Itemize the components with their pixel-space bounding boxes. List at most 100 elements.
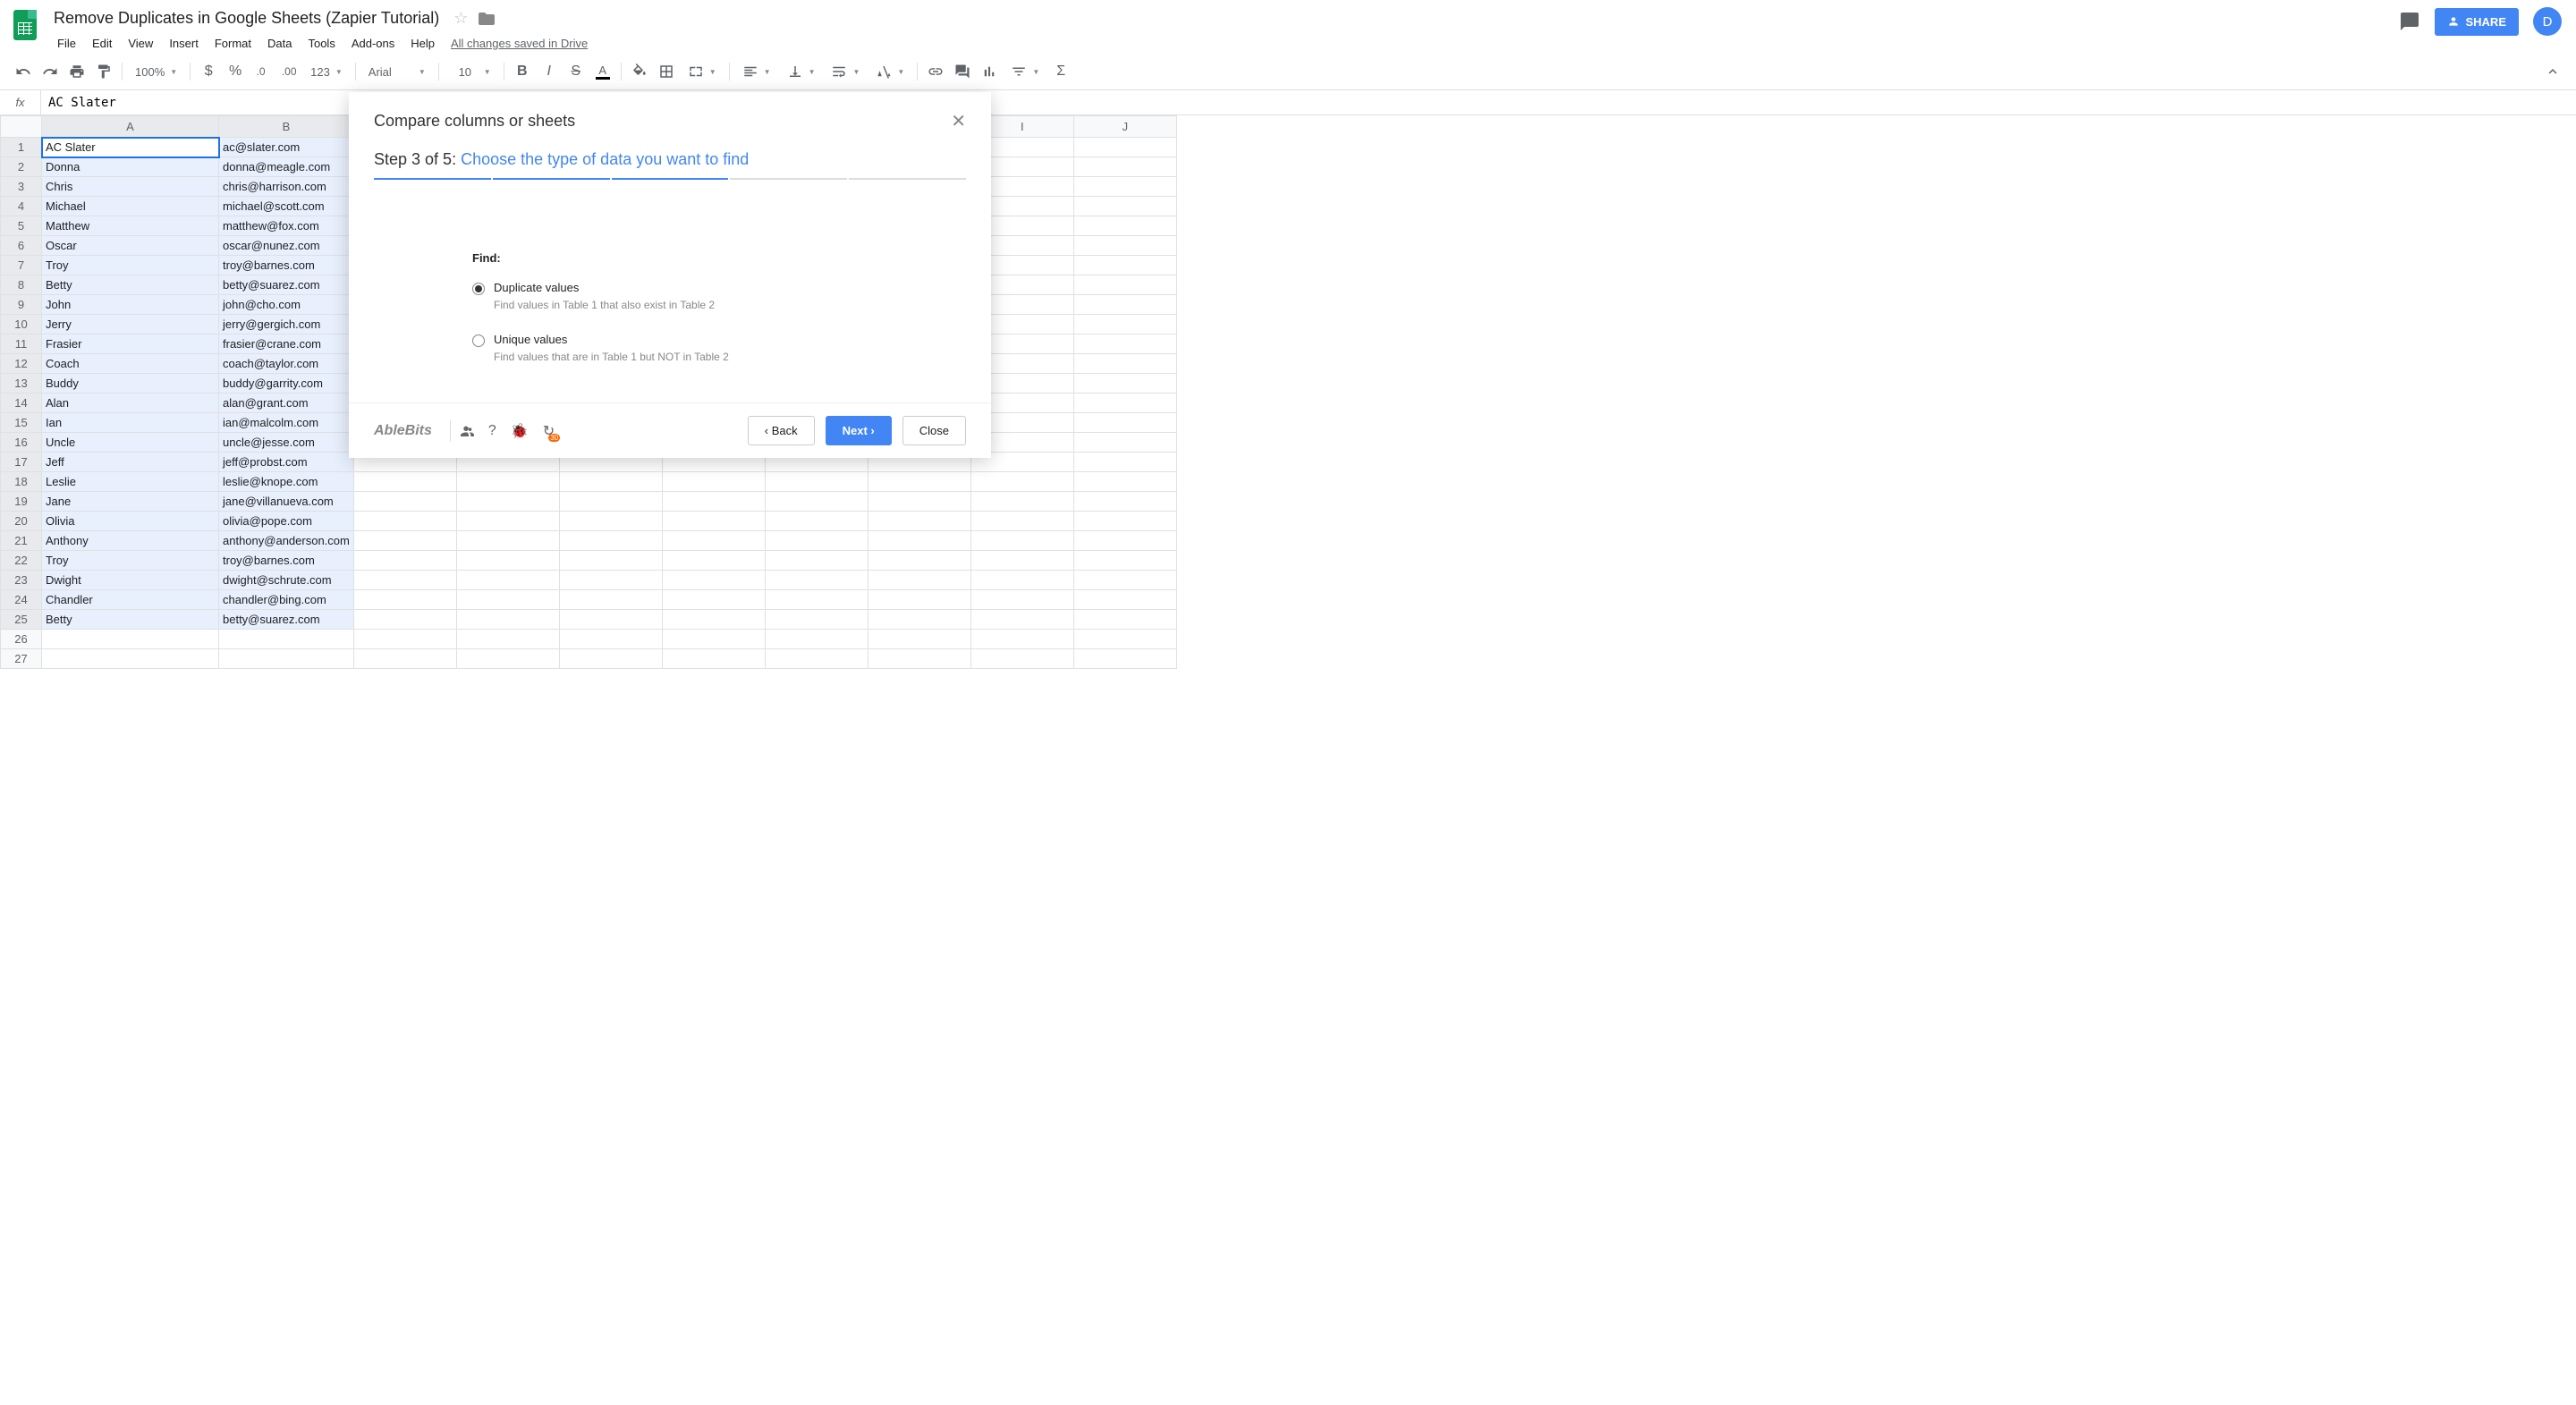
cell[interactable]: Betty xyxy=(42,610,219,630)
cell[interactable] xyxy=(1073,374,1176,394)
cell[interactable] xyxy=(559,551,662,571)
cell[interactable] xyxy=(456,630,559,649)
cell[interactable] xyxy=(1073,590,1176,610)
cell[interactable] xyxy=(765,531,868,551)
cell[interactable] xyxy=(970,492,1073,512)
borders-button[interactable] xyxy=(654,59,679,84)
cell[interactable]: Jeff xyxy=(42,453,219,472)
cell[interactable] xyxy=(1073,256,1176,275)
row-header[interactable]: 22 xyxy=(1,551,42,571)
row-header[interactable]: 12 xyxy=(1,354,42,374)
cell[interactable] xyxy=(456,551,559,571)
row-header[interactable]: 2 xyxy=(1,157,42,177)
cell[interactable] xyxy=(456,472,559,492)
cell[interactable] xyxy=(353,551,456,571)
cell[interactable] xyxy=(1073,394,1176,413)
dialog-close-button[interactable]: ✕ xyxy=(951,110,966,132)
cell[interactable] xyxy=(456,571,559,590)
cell[interactable]: Anthony xyxy=(42,531,219,551)
halign-button[interactable]: ▼ xyxy=(735,60,778,83)
cell[interactable]: anthony@anderson.com xyxy=(219,531,354,551)
row-header[interactable]: 6 xyxy=(1,236,42,256)
cell[interactable] xyxy=(456,492,559,512)
cell[interactable]: leslie@knope.com xyxy=(219,472,354,492)
cell[interactable]: troy@barnes.com xyxy=(219,551,354,571)
radio-option-1[interactable]: Unique values xyxy=(472,333,930,347)
cell[interactable] xyxy=(1073,177,1176,197)
cell[interactable] xyxy=(1073,649,1176,669)
cell[interactable] xyxy=(1073,512,1176,531)
currency-button[interactable]: $ xyxy=(196,59,221,84)
cell[interactable] xyxy=(662,649,765,669)
cell[interactable]: olivia@pope.com xyxy=(219,512,354,531)
cell[interactable]: John xyxy=(42,295,219,315)
cell[interactable] xyxy=(1073,197,1176,216)
cell[interactable] xyxy=(868,551,970,571)
cell[interactable] xyxy=(1073,157,1176,177)
cell[interactable] xyxy=(219,630,354,649)
print-button[interactable] xyxy=(64,59,89,84)
cell[interactable] xyxy=(868,649,970,669)
cell[interactable] xyxy=(1073,453,1176,472)
cell[interactable] xyxy=(765,630,868,649)
comment-button[interactable] xyxy=(950,59,975,84)
menu-help[interactable]: Help xyxy=(403,33,442,54)
bold-button[interactable]: B xyxy=(510,59,535,84)
cell[interactable] xyxy=(1073,571,1176,590)
cell[interactable] xyxy=(1073,492,1176,512)
row-header[interactable]: 5 xyxy=(1,216,42,236)
rotate-button[interactable]: ▼ xyxy=(869,60,911,83)
cell[interactable]: Jerry xyxy=(42,315,219,334)
undo-button[interactable] xyxy=(11,59,36,84)
redo-button[interactable] xyxy=(38,59,63,84)
cell[interactable] xyxy=(559,630,662,649)
cell[interactable] xyxy=(868,610,970,630)
cell[interactable] xyxy=(353,492,456,512)
cell[interactable] xyxy=(559,512,662,531)
cell[interactable] xyxy=(1073,275,1176,295)
merge-button[interactable]: ▼ xyxy=(681,60,724,83)
cell[interactable]: Coach xyxy=(42,354,219,374)
menu-edit[interactable]: Edit xyxy=(85,33,119,54)
row-header[interactable]: 27 xyxy=(1,649,42,669)
cell[interactable] xyxy=(970,630,1073,649)
cell[interactable] xyxy=(765,551,868,571)
cell[interactable]: betty@suarez.com xyxy=(219,610,354,630)
row-header[interactable]: 4 xyxy=(1,197,42,216)
cell[interactable]: Uncle xyxy=(42,433,219,453)
cell[interactable]: Matthew xyxy=(42,216,219,236)
cell[interactable] xyxy=(456,649,559,669)
share-button[interactable]: SHARE xyxy=(2435,8,2519,36)
cell[interactable] xyxy=(662,630,765,649)
bug-icon[interactable]: 🐞 xyxy=(511,422,529,440)
menu-view[interactable]: View xyxy=(121,33,160,54)
cell[interactable]: chris@harrison.com xyxy=(219,177,354,197)
cell[interactable]: Dwight xyxy=(42,571,219,590)
sheets-logo-icon[interactable] xyxy=(7,7,43,43)
cell[interactable]: jerry@gergich.com xyxy=(219,315,354,334)
cell[interactable] xyxy=(1073,433,1176,453)
row-header[interactable]: 13 xyxy=(1,374,42,394)
cell[interactable]: alan@grant.com xyxy=(219,394,354,413)
cell[interactable] xyxy=(559,492,662,512)
cell[interactable] xyxy=(970,590,1073,610)
cell[interactable]: chandler@bing.com xyxy=(219,590,354,610)
row-header[interactable]: 26 xyxy=(1,630,42,649)
cell[interactable] xyxy=(353,512,456,531)
back-button[interactable]: ‹ Back xyxy=(748,416,815,445)
cell[interactable]: Alan xyxy=(42,394,219,413)
cell[interactable] xyxy=(456,610,559,630)
menu-file[interactable]: File xyxy=(50,33,83,54)
cell[interactable] xyxy=(42,649,219,669)
cell[interactable] xyxy=(868,531,970,551)
row-header[interactable]: 18 xyxy=(1,472,42,492)
row-header[interactable]: 10 xyxy=(1,315,42,334)
font-select[interactable]: Arial▼ xyxy=(361,62,433,82)
row-header[interactable]: 21 xyxy=(1,531,42,551)
cell[interactable] xyxy=(765,492,868,512)
cell[interactable] xyxy=(219,649,354,669)
cell[interactable] xyxy=(765,571,868,590)
chart-button[interactable] xyxy=(977,59,1002,84)
cell[interactable] xyxy=(765,472,868,492)
row-header[interactable]: 19 xyxy=(1,492,42,512)
